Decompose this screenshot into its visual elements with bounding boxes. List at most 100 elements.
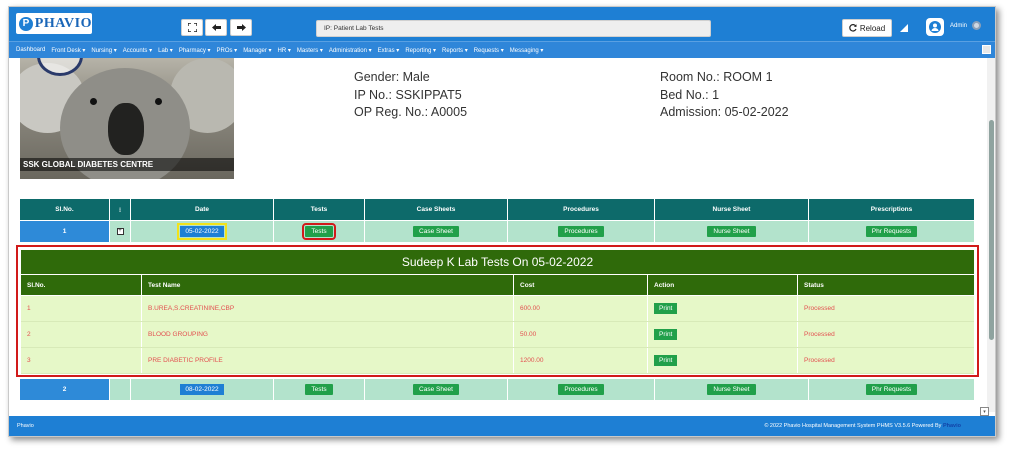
lab-sl-no: 1 [21,296,142,321]
print-button[interactable]: Print [654,355,678,366]
patient-photo: SSK GLOBAL DIABETES CENTRE [20,58,234,179]
content-scrollbar[interactable] [987,58,995,412]
lab-sl-no: 2 [21,322,142,347]
col-date: Date [131,199,274,220]
patient-room: Room No.: ROOM 1 [660,70,773,84]
col-prescriptions: Prescriptions [870,206,913,213]
refresh-icon [849,24,857,32]
patient-gender: Gender: Male [354,70,430,84]
lab-row: 2 BLOOD GROUPING 50.00 Print Processed [21,322,974,348]
top-bar: P PHAVIO IP: Patient Lab Tests Reload Ad… [9,7,995,41]
menu-accounts[interactable]: Accounts ▾ [123,47,152,54]
photo-caption: SSK GLOBAL DIABETES CENTRE [20,158,234,171]
lab-status: Processed [804,331,835,338]
phr-requests-button[interactable]: Phr Requests [865,384,918,395]
col-case-sheets: Case Sheets [365,199,508,220]
menu-reports[interactable]: Reports ▾ [442,47,468,54]
footer: Phavio © 2022 Phavio Hospital Management… [9,416,995,436]
tests-button[interactable]: Tests [302,223,336,240]
menu-lab[interactable]: Lab ▾ [158,47,173,54]
settings-icon[interactable] [972,21,981,30]
forward-button[interactable] [230,19,252,36]
row-date: 08-02-2022 [180,384,224,395]
scrollbar-thumb[interactable] [989,120,994,340]
menu-masters[interactable]: Masters ▾ [297,47,323,54]
row-expand-empty [110,379,131,400]
back-button[interactable] [205,19,227,36]
table-row: 1 + 05-02-2022 Tests Case Sheet Procedur… [20,221,974,242]
lab-test-name: PRE DIABETIC PROFILE [142,348,514,373]
case-sheet-button[interactable]: Case Sheet [413,384,459,395]
signal-icon [900,24,908,32]
table-row: 2 08-02-2022 Tests Case Sheet Procedures… [20,379,974,400]
menu-front-desk[interactable]: Front Desk ▾ [51,47,85,54]
lab-status: Processed [804,305,835,312]
case-sheet-button[interactable]: Case Sheet [413,226,459,237]
menu-collapse-toggle[interactable] [982,45,991,54]
lab-cost: 600.00 [514,296,648,321]
menu-dashboard[interactable]: Dashboard [16,47,45,53]
menu-hr[interactable]: HR ▾ [278,47,291,54]
lab-test-name: B.UREA,S.CREATININE,CBP [142,296,514,321]
procedures-button[interactable]: Procedures [558,226,604,237]
menu-pharmacy[interactable]: Pharmacy ▾ [179,47,211,54]
lab-status: Processed [804,357,835,364]
patient-bed: Bed No.: 1 [660,88,720,102]
reload-label: Reload [859,23,886,33]
footer-app-name: Phavio [17,423,34,429]
lab-test-name: BLOOD GROUPING [142,322,514,347]
lab-col-cost: Cost [514,275,648,295]
menu-messaging[interactable]: Messaging ▾ [510,47,544,54]
tests-button[interactable]: Tests [305,384,333,395]
row-sl-no: 2 [20,379,110,400]
logo-text: PHAVIO [34,15,92,31]
row-date: 05-02-2022 [177,223,227,240]
lab-cost: 1200.00 [514,348,648,373]
fullscreen-icon [187,23,197,32]
lab-col-test-name: Test Name [142,275,514,295]
admin-label[interactable]: Admin [950,23,967,29]
footer-copyright: © 2022 Phavio Hospital Management System… [764,423,961,429]
scroll-down-icon[interactable]: ▾ [980,407,989,416]
main-menu: Dashboard Front Desk ▾ Nursing ▾ Account… [9,41,995,58]
reload-button[interactable]: Reload [842,19,892,37]
print-button[interactable]: Print [654,303,678,314]
phr-requests-button[interactable]: Phr Requests [865,226,918,237]
menu-reporting[interactable]: Reporting ▾ [405,47,436,54]
col-procedures: Procedures [508,199,655,220]
lab-tests-title: Sudeep K Lab Tests On 05-02-2022 [21,250,974,274]
procedures-button[interactable]: Procedures [558,384,604,395]
patient-ip-no: IP No.: SSKIPPAT5 [354,88,462,102]
lab-row: 1 B.UREA,S.CREATININE,CBP 600.00 Print P… [21,296,974,322]
footer-copyright-text: © 2022 Phavio Hospital Management System… [764,423,942,429]
avatar[interactable] [926,18,944,36]
menu-administration[interactable]: Administration ▾ [329,47,372,54]
menu-manager[interactable]: Manager ▾ [243,47,271,54]
nurse-sheet-button[interactable]: Nurse Sheet [707,384,756,395]
nurse-sheet-button[interactable]: Nurse Sheet [707,226,756,237]
row-sl-no: 1 [20,221,110,242]
app-window: P PHAVIO IP: Patient Lab Tests Reload Ad… [8,6,996,437]
lab-col-action: Action [648,275,798,295]
main-content: SSK GLOBAL DIABETES CENTRE Gender: Male … [9,58,987,412]
menu-pros[interactable]: PROs ▾ [217,47,238,54]
col-sl-no: Sl.No. [20,199,110,220]
patient-op-reg: OP Reg. No.: A0005 [354,105,468,119]
patient-admission: Admission: 05-02-2022 [660,105,789,119]
logo-mark: P [19,16,33,31]
print-button[interactable]: Print [654,329,678,340]
fullscreen-button[interactable] [181,19,203,36]
menu-extras[interactable]: Extras ▾ [378,47,400,54]
arrow-right-icon [236,24,246,31]
page-search-input[interactable]: IP: Patient Lab Tests [316,20,711,37]
col-nurse-sheet: Nurse Sheet [655,199,809,220]
menu-requests[interactable]: Requests ▾ [474,47,504,54]
arrow-left-icon [211,24,221,31]
menu-nursing[interactable]: Nursing ▾ [91,47,116,54]
lab-sl-no: 3 [21,348,142,373]
app-logo[interactable]: P PHAVIO [16,13,92,34]
expand-icon[interactable]: + [116,228,124,235]
user-icon [929,21,941,33]
col-expand: ⁝ [110,199,131,220]
footer-brand-link[interactable]: Phavio [943,423,961,429]
